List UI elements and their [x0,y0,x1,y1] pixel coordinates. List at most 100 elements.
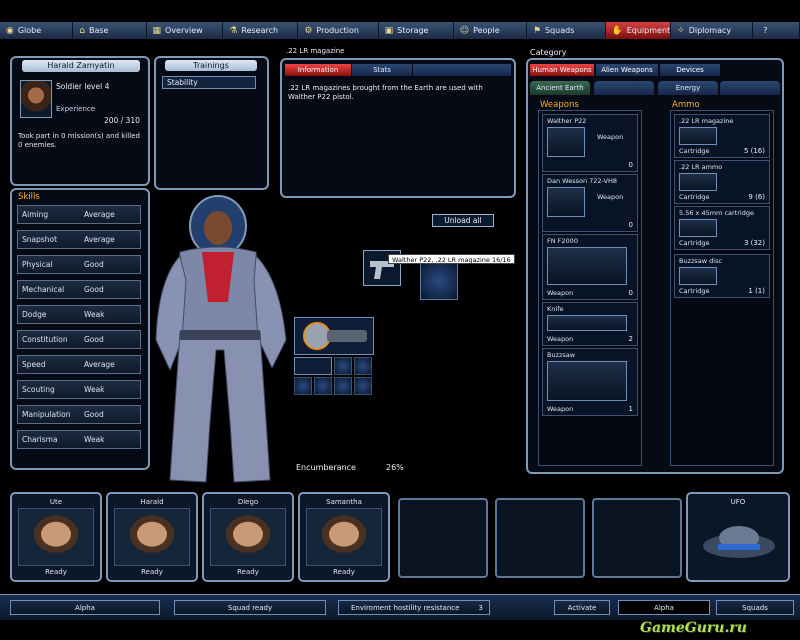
item-count: 2 [628,335,633,343]
item-kind: Weapon [597,193,624,201]
weapon-item-dan-wesson-722-vh8[interactable]: Dan Wesson 722-VH8 Weapon 0 [542,174,638,232]
active-squad-field[interactable]: Alpha [618,600,710,615]
member-name: Harald [140,498,164,506]
tab-stats[interactable]: Stats [352,64,412,76]
squad-member-harald[interactable]: Harald Ready [106,492,198,582]
mission-summary: Took part in 0 mission(s) and killed 0 e… [18,132,140,149]
soldier-rank: Soldier level 4 [56,82,110,91]
member-name: Ute [49,498,63,506]
nav-tab-diplomacy[interactable]: ✧ Diplomacy [671,22,754,39]
skill-row-scouting: Scouting Weak [17,380,141,399]
skill-row-speed: Speed Average [17,355,141,374]
nav-tab-label: ? [763,26,768,35]
hand-slot-empty[interactable] [420,262,458,300]
category-subtab[interactable] [720,81,780,95]
category-subtab[interactable] [594,81,654,95]
base-icon: ⌂ [79,25,85,36]
unload-all-button[interactable]: Unload all [432,214,494,227]
item-name: Dan Wesson 722-VH8 [547,177,617,185]
backpack-slot[interactable] [334,357,352,375]
skill-value: Good [84,285,104,294]
item-kind: Weapon [547,289,574,297]
category-tab-label: Human Weapons [532,66,592,74]
weapon-item-walther-p22[interactable]: Walther P22 Weapon 0 [542,114,638,172]
item-name: Buzzsaw [547,351,576,359]
backpack-slot[interactable] [294,377,312,395]
category-tab-devices[interactable]: Devices [660,64,720,76]
category-tab-human-weapons[interactable]: Human Weapons [530,64,594,76]
nav-tab-label: Diplomacy [688,26,732,35]
backpack-slot[interactable] [354,357,372,375]
item-count: 0 [628,289,633,297]
ammo-title: Ammo [672,100,700,110]
ammo-item--22-lr-magazine[interactable]: .22 LR magazine Cartridge 5 (16) [674,114,770,158]
backpack-slot-magazine[interactable] [294,357,332,375]
member-portrait [210,508,286,566]
squad-status-field: Squad ready [174,600,326,615]
weapon-image-icon [547,315,627,331]
squad-member-samantha[interactable]: Samantha Ready [298,492,390,582]
experience-label: Experience [56,105,96,113]
skill-name: Physical [22,260,53,269]
nav-tab-people[interactable]: ☺ People [453,22,527,39]
nav-tab-squads[interactable]: ⚑ Squads [526,22,606,39]
tab-information[interactable]: Information [285,64,351,76]
category-title: Category [530,48,567,57]
nav-tab-globe[interactable]: ◉ Globe [0,22,74,39]
skill-name: Snapshot [22,235,58,244]
weapon-item-fn-f2000[interactable]: FN F2000 Weapon 0 [542,234,638,300]
squad-slot-empty[interactable] [398,498,488,578]
ammo-image-icon [679,127,717,145]
backpack-slot[interactable] [334,377,352,395]
activate-button[interactable]: Activate [554,600,610,615]
weapon-item-buzzsaw[interactable]: Buzzsaw Weapon 1 [542,348,638,416]
backpack-slot[interactable] [354,377,372,395]
nav-tab-production[interactable]: ⚙ Production [298,22,379,39]
legs [169,331,271,483]
nav-tab-storage[interactable]: ▣ Storage [378,22,454,39]
training-item-stability[interactable]: Stability [162,76,256,89]
category-subtab[interactable]: Energy [658,81,718,95]
category-subtab[interactable]: Ancient Earth [530,81,590,95]
buzzsaw-icon [303,322,367,350]
item-name: .22 LR ammo [679,163,723,171]
item-count: 3 (32) [743,239,765,247]
experience-value: 200 / 310 [104,116,140,125]
tab-information-label: Information [297,66,339,74]
ammo-item--22-lr-ammo[interactable]: .22 LR ammo Cartridge 9 (6) [674,160,770,204]
ammo-item-buzzsaw-disc[interactable]: Buzzsaw disc Cartridge 1 (1) [674,254,770,298]
skill-value: Weak [84,310,105,319]
item-info-panel [280,58,516,198]
nav-tab-base[interactable]: ⌂ Base [73,22,147,39]
hostility-label: Enviroment hostility resistance [351,603,460,612]
squads-icon: ⚑ [532,25,542,36]
nav-tab-equipment[interactable]: ✋ Equipment [605,22,672,39]
skill-row-charisma: Charisma Weak [17,430,141,449]
soldier-portrait [20,80,52,118]
ammo-item-5-56-x-45mm-cartridge[interactable]: 5.56 x 45mm cartridge Cartridge 3 (32) [674,206,770,250]
backpack-slot[interactable] [314,377,332,395]
category-tab-alien-weapons[interactable]: Alien Weapons [596,64,658,76]
squad-member-ute[interactable]: Ute Ready [10,492,102,582]
storage-icon: ▣ [384,25,394,36]
trainings-title: Trainings [165,60,257,71]
item-name: Knife [547,305,564,313]
item-tooltip: Walther P22, .22 LR magazine 16/16 [388,254,515,264]
squads-button[interactable]: Squads [716,600,794,615]
squad-slot-empty[interactable] [592,498,682,578]
skill-value: Average [84,210,115,219]
hostility-field: Enviroment hostility resistance 3 [338,600,490,615]
item-count: 1 [628,405,633,413]
nav-tab-research[interactable]: ⚗ Research [223,22,299,39]
squad-member-diego[interactable]: Diego Ready [202,492,294,582]
backpack-slot-buzzsaw[interactable] [294,317,374,355]
member-status: Ready [45,568,67,576]
item-count: 5 (16) [743,147,765,155]
weapon-item-knife[interactable]: Knife Weapon 2 [542,302,638,346]
people-icon: ☺ [459,25,470,36]
nav-tab-overview[interactable]: ▦ Overview [146,22,224,39]
squad-slot-empty[interactable] [495,498,585,578]
nav-tab-label: Production [316,26,359,35]
craft-card[interactable]: UFO [686,492,790,582]
nav-tab-help[interactable]: ? [753,22,800,39]
